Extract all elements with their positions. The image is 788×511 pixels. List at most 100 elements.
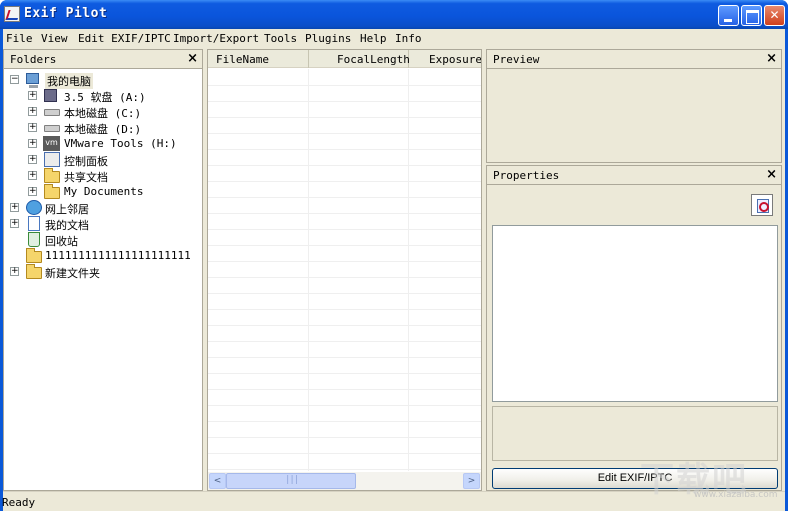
grid-line [208, 341, 481, 342]
menu-edit-exif-iptc[interactable]: Edit EXIF/IPTC [78, 32, 171, 45]
close-window-button[interactable]: ✕ [764, 5, 785, 26]
menu-info[interactable]: Info [395, 32, 422, 45]
grid-line [208, 389, 481, 390]
tree-item-label: My Documents [64, 185, 144, 198]
tree-item-my-docs-cn[interactable]: + 我的文档 [4, 216, 202, 232]
column-focal-length[interactable]: FocalLength [309, 50, 410, 68]
properties-panel: Properties × Edit EXIF/IPTC [486, 165, 782, 491]
file-list-panel: FileName FocalLength Exposure < > [207, 49, 482, 491]
tree-item-label: 1111111111111111111111 [45, 249, 191, 262]
folders-close-icon[interactable]: × [187, 51, 198, 66]
tree-item-numbered-folder[interactable]: 1111111111111111111111 [4, 248, 202, 264]
grid-line [208, 245, 481, 246]
tree-item-shared-docs[interactable]: + 共享文档 [4, 168, 202, 184]
scrollbar-thumb[interactable] [226, 473, 356, 489]
grid-line [208, 117, 481, 118]
properties-list[interactable] [492, 225, 778, 402]
expand-icon[interactable]: + [28, 91, 37, 100]
folders-header: Folders × [4, 50, 202, 69]
tree-item-new-folder[interactable]: + 新建文件夹 [4, 264, 202, 280]
preview-panel: Preview × [486, 49, 782, 163]
maximize-button[interactable] [741, 5, 762, 26]
grid-line [208, 309, 481, 310]
tree-item-drive-c[interactable]: + 本地磁盘 (C:) [4, 104, 202, 120]
recycle-bin-icon [28, 232, 40, 247]
properties-toolbar-icon[interactable] [751, 194, 773, 216]
tree-item-label: 共享文档 [64, 171, 108, 184]
column-exposure[interactable]: Exposure [409, 50, 481, 68]
preview-close-icon[interactable]: × [766, 51, 777, 66]
folder-icon [26, 264, 42, 279]
menu-import-export[interactable]: Import/Export [173, 32, 259, 45]
tree-item-label: 控制面板 [64, 155, 108, 168]
scroll-right-button[interactable]: > [463, 473, 480, 489]
grid-line [208, 85, 481, 86]
folder-tree: − 我的电脑 + 3.5 软盘 (A:) + 本地磁盘 (C:) + 本地磁盘 … [4, 70, 202, 490]
grid-line [208, 453, 481, 454]
title-bar[interactable]: Exif Pilot ✕ [0, 0, 788, 29]
tree-item-label: 本地磁盘 (C:) [64, 107, 142, 120]
vmware-drive-icon: vm [43, 136, 60, 151]
grid-line [208, 213, 481, 214]
tree-item-recycle-bin[interactable]: 回收站 [4, 232, 202, 248]
menu-view[interactable]: View [41, 32, 68, 45]
client-area: File View Edit EXIF/IPTC Import/Export T… [2, 29, 785, 511]
app-logo-icon [4, 6, 20, 22]
menu-tools[interactable]: Tools [264, 32, 297, 45]
grid-line [208, 101, 481, 102]
tree-item-my-documents[interactable]: + My Documents [4, 184, 202, 200]
tree-item-network[interactable]: + 网上邻居 [4, 200, 202, 216]
expand-icon[interactable]: + [10, 267, 19, 276]
grid-line [208, 421, 481, 422]
grid-line [208, 277, 481, 278]
grid-line [208, 197, 481, 198]
expand-icon[interactable]: + [10, 203, 19, 212]
app-window: Exif Pilot ✕ File View Edit EXIF/IPTC Im… [0, 0, 788, 511]
hard-drive-icon [44, 109, 60, 116]
computer-icon [26, 73, 39, 88]
documents-icon [28, 216, 40, 231]
expand-icon[interactable]: + [28, 139, 37, 148]
grid-line [208, 229, 481, 230]
status-bar: Ready [2, 491, 785, 511]
file-list-body[interactable] [208, 69, 481, 471]
menu-file[interactable]: File [6, 32, 33, 45]
expand-icon[interactable]: + [28, 187, 37, 196]
minimize-button[interactable] [718, 5, 739, 26]
grid-line [208, 405, 481, 406]
menu-plugins[interactable]: Plugins [305, 32, 351, 45]
tree-item-vmware-tools[interactable]: + vm VMware Tools (H:) [4, 136, 202, 152]
menu-help[interactable]: Help [360, 32, 387, 45]
expand-icon[interactable]: + [28, 107, 37, 116]
grid-line [208, 469, 481, 470]
file-list-header: FileName FocalLength Exposure [208, 50, 481, 68]
expand-icon[interactable]: + [10, 219, 19, 228]
properties-close-icon[interactable]: × [766, 167, 777, 182]
grid-line [208, 149, 481, 150]
grid-line [208, 133, 481, 134]
tree-item-my-computer[interactable]: − 我的电脑 [4, 72, 202, 89]
tree-item-label: 本地磁盘 (D:) [64, 123, 142, 136]
tree-item-label: 我的文档 [45, 219, 89, 232]
expand-icon[interactable]: + [28, 123, 37, 132]
folder-icon [26, 248, 42, 263]
grid-line [208, 357, 481, 358]
property-description-box [492, 406, 778, 461]
grid-line [208, 261, 481, 262]
tree-item-label: 回收站 [45, 235, 78, 248]
grid-line [208, 325, 481, 326]
column-filename[interactable]: FileName [208, 50, 309, 68]
expand-icon[interactable]: + [28, 171, 37, 180]
tree-item-floppy-a[interactable]: + 3.5 软盘 (A:) [4, 88, 202, 104]
expand-icon[interactable]: + [28, 155, 37, 164]
scroll-left-button[interactable]: < [209, 473, 226, 489]
edit-exif-iptc-button[interactable]: Edit EXIF/IPTC [492, 468, 778, 489]
collapse-icon[interactable]: − [10, 75, 19, 84]
tree-item-control-panel[interactable]: + 控制面板 [4, 152, 202, 168]
menu-bar: File View Edit EXIF/IPTC Import/Export T… [3, 29, 785, 48]
horizontal-scrollbar[interactable]: < > [208, 472, 481, 490]
folder-icon [44, 168, 60, 183]
tree-item-drive-d[interactable]: + 本地磁盘 (D:) [4, 120, 202, 136]
grid-line [308, 69, 309, 471]
tree-item-label: 新建文件夹 [45, 267, 100, 280]
